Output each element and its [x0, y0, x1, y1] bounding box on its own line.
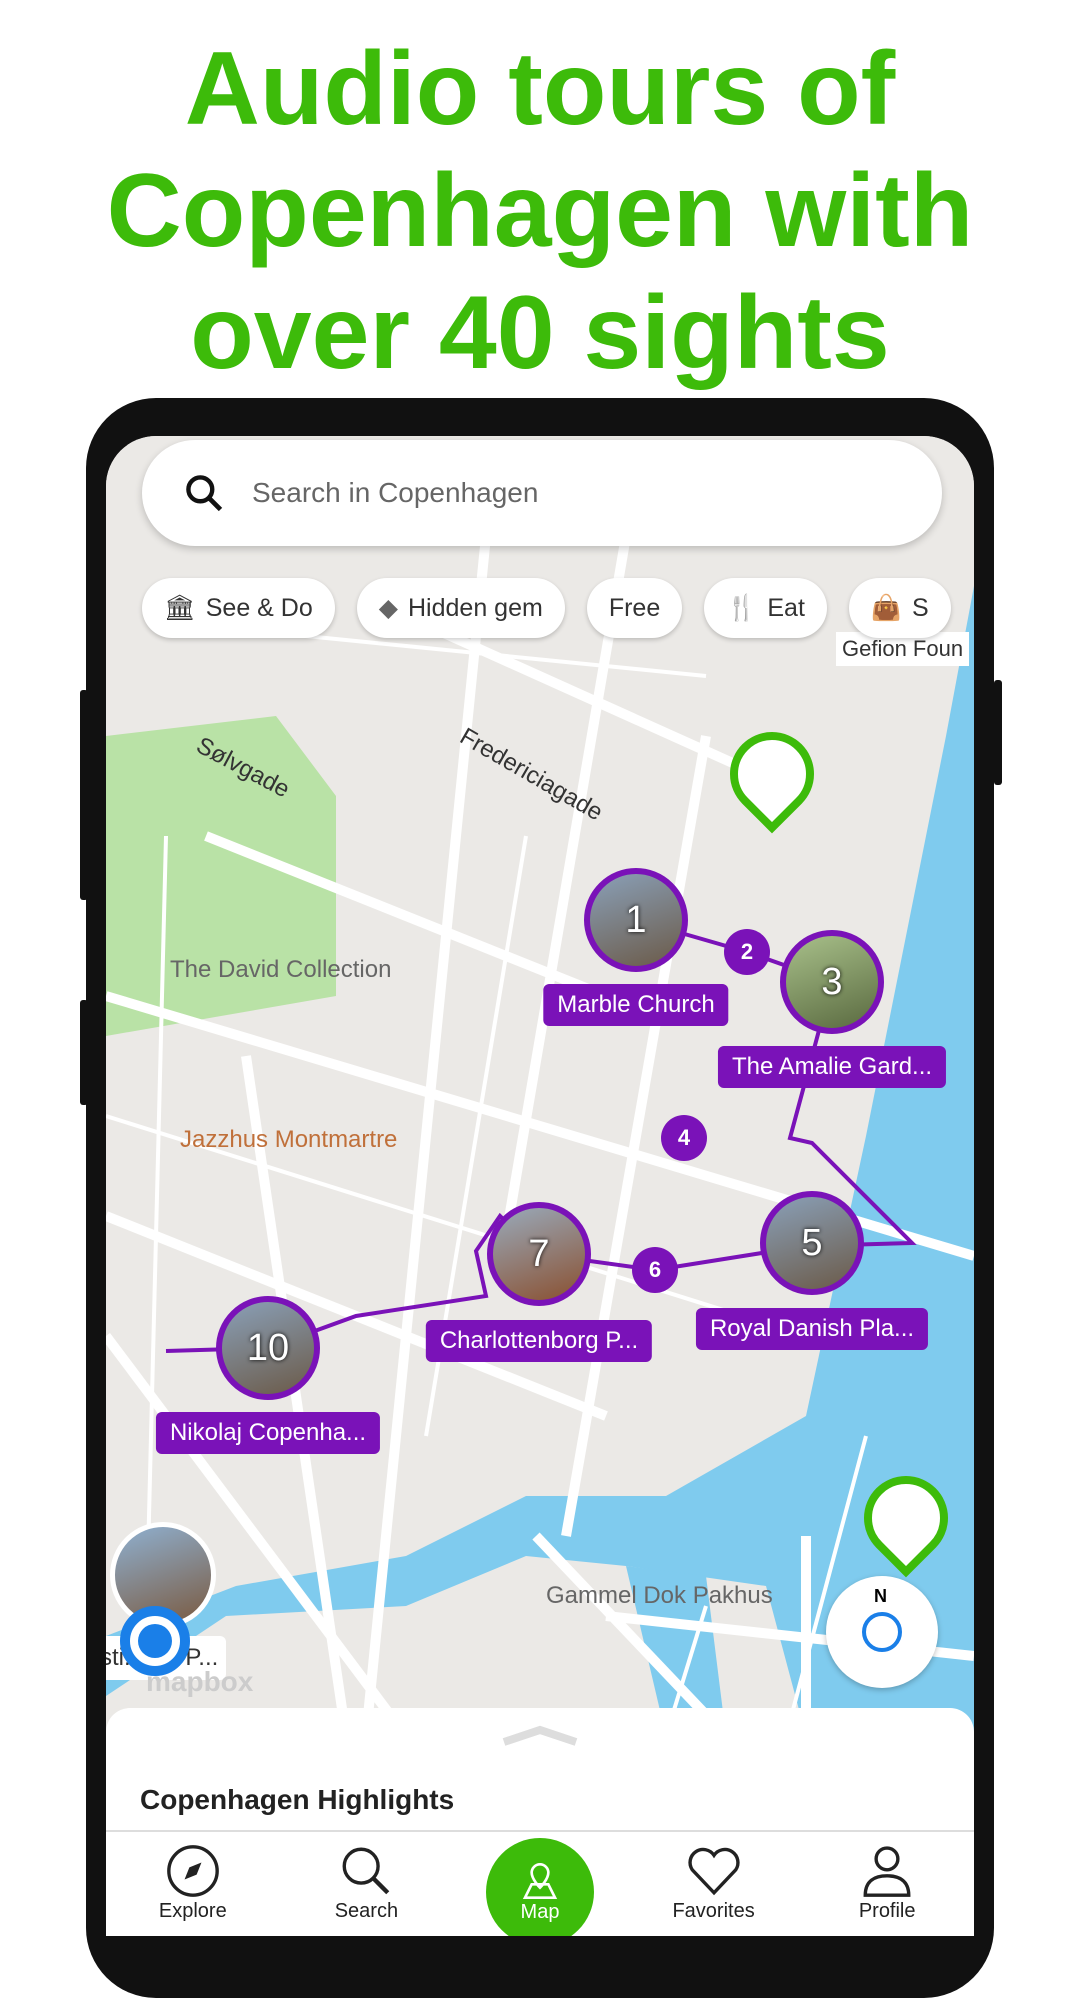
stop-marker-5[interactable]: 5 — [760, 1191, 864, 1295]
poi-label[interactable]: Jazzhus Montmartre — [180, 1126, 397, 1154]
chip-free[interactable]: Free — [586, 578, 683, 638]
nav-favorites[interactable]: Favorites — [654, 1842, 774, 1936]
headline: Audio tours of Copenhagen with over 40 s… — [0, 28, 1080, 394]
compass-button[interactable]: N — [826, 1576, 938, 1688]
power-button — [994, 680, 1002, 785]
headline-line: over 40 sights — [190, 275, 890, 391]
bottom-nav: Explore Search Map Favorites Profile — [106, 1838, 974, 1936]
headline-line: Copenhagen with — [106, 153, 974, 269]
stop-label[interactable]: Marble Church — [543, 984, 729, 1026]
chip-shop[interactable]: 👜 S — [848, 578, 951, 638]
stop-marker-3[interactable]: 3 — [780, 930, 884, 1034]
nav-label: Map — [520, 1900, 560, 1923]
stop-marker-1[interactable]: 1 — [584, 868, 688, 972]
poi-label[interactable]: The David Collection — [170, 956, 391, 984]
chip-label: See & Do — [205, 593, 313, 622]
stop-label[interactable]: The Amalie Gard... — [717, 1046, 947, 1088]
chip-eat[interactable]: 🍴 Eat — [704, 578, 827, 638]
volume-button — [80, 690, 88, 900]
nav-explore[interactable]: Explore — [133, 1842, 253, 1936]
filter-chips: 🏛 See & Do ◆ Hidden gem Free 🍴 Eat 👜 S — [142, 578, 951, 638]
stop-marker-10[interactable]: 10 — [216, 1296, 320, 1400]
nav-profile[interactable]: Profile — [827, 1842, 947, 1936]
app-screen: Sølvgade Fredericiagade The David Collec… — [106, 436, 974, 1936]
nav-search[interactable]: Search — [306, 1842, 426, 1936]
sheet-title: Copenhagen Highlights — [140, 1784, 455, 1815]
map-pin-icon — [522, 1862, 558, 1899]
side-button — [80, 1000, 88, 1105]
chip-label: Eat — [767, 593, 805, 622]
stop-marker-7[interactable]: 7 — [487, 1202, 591, 1306]
stop-label[interactable]: Nikolaj Copenha... — [155, 1412, 381, 1454]
stop-label[interactable]: Royal Danish Pla... — [695, 1308, 929, 1350]
heart-icon — [687, 1847, 740, 1896]
fork-knife-icon: 🍴 — [726, 593, 758, 622]
headline-line: Audio tours of — [184, 31, 896, 147]
chip-label: Hidden gem — [408, 593, 543, 622]
chip-label: S — [912, 593, 929, 622]
diamond-icon: ◆ — [378, 594, 398, 622]
nav-map[interactable]: Map — [480, 1838, 600, 1936]
search-input[interactable]: Search in Copenhagen — [252, 477, 538, 509]
poi-label[interactable]: Gammel Dok Pakhus — [546, 1582, 773, 1610]
search-nav-icon — [342, 1847, 390, 1895]
stop-marker-6[interactable]: 6 — [632, 1247, 678, 1293]
chip-label: Free — [608, 593, 661, 622]
compass-nav-icon — [166, 1845, 219, 1897]
search-bar[interactable]: Search in Copenhagen — [142, 440, 942, 546]
chip-see-do[interactable]: 🏛 See & Do — [142, 578, 335, 638]
user-icon — [863, 1846, 911, 1897]
stop-marker-4[interactable]: 4 — [661, 1115, 707, 1161]
compass-icon — [862, 1612, 902, 1652]
divider — [106, 1830, 974, 1832]
bottom-sheet[interactable]: Copenhagen Highlights Explore Search Map… — [106, 1708, 974, 1936]
chip-hidden-gem[interactable]: ◆ Hidden gem — [356, 578, 565, 638]
mapbox-logo: mapbox — [146, 1666, 254, 1697]
compass-north: N — [874, 1586, 887, 1606]
chevron-up-icon[interactable] — [500, 1724, 580, 1746]
stop-marker-2[interactable]: 2 — [724, 929, 770, 975]
shopping-bag-icon: 👜 — [870, 593, 903, 622]
museum-icon: 🏛 — [164, 593, 196, 622]
search-icon — [186, 475, 223, 512]
stop-label[interactable]: Charlottenborg P... — [425, 1320, 653, 1362]
